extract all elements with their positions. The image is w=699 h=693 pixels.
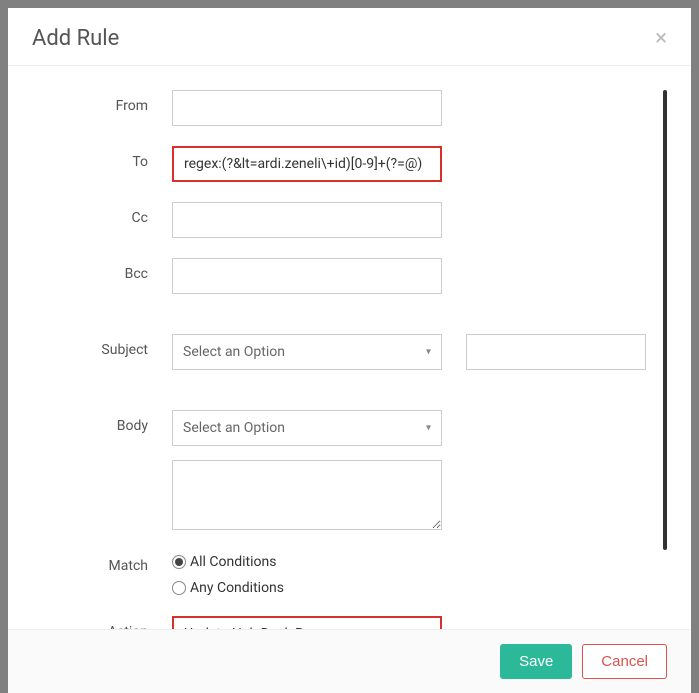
save-button[interactable]: Save [500,644,572,679]
match-any-label: Any Conditions [190,580,284,596]
action-label: Action [32,616,172,629]
scrollbar[interactable] [663,90,667,550]
subject-extra-input[interactable] [466,334,646,370]
radio-icon [172,581,186,595]
close-icon[interactable]: × [655,28,667,50]
radio-icon [172,555,186,569]
cancel-button[interactable]: Cancel [582,644,667,679]
action-select-text: Update HelpDesk Response [184,626,357,629]
subject-select-text: Select an Option [183,344,285,360]
match-all-label: All Conditions [190,554,276,570]
bcc-input[interactable] [172,258,442,294]
match-all-option[interactable]: All Conditions [172,554,284,570]
subject-label: Subject [32,334,172,358]
body-label: Body [32,410,172,434]
cc-label: Cc [32,202,172,226]
modal-title: Add Rule [32,26,119,51]
modal-body: From To Cc Bcc Subject [8,66,691,629]
to-label: To [32,146,172,170]
action-select[interactable]: Update HelpDesk Response [172,616,442,629]
body-select[interactable]: Select an Option [172,410,442,446]
match-any-option[interactable]: Any Conditions [172,580,284,596]
subject-select[interactable]: Select an Option [172,334,442,370]
body-select-text: Select an Option [183,420,285,436]
cc-input[interactable] [172,202,442,238]
to-input[interactable] [172,146,442,182]
modal-header: Add Rule × [8,8,691,66]
bcc-label: Bcc [32,258,172,282]
from-label: From [32,90,172,114]
match-radio-group: All Conditions Any Conditions [172,550,284,596]
match-label: Match [32,550,172,574]
add-rule-modal: Add Rule × From To Cc Bcc [8,8,691,693]
body-textarea[interactable] [172,460,442,530]
from-input[interactable] [172,90,442,126]
modal-footer: Save Cancel [8,629,691,693]
